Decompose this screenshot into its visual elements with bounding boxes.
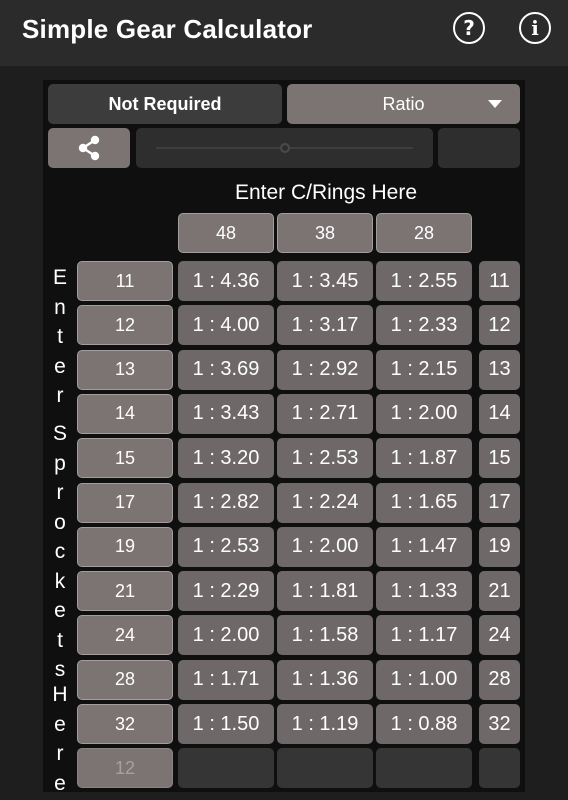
ratio-cell: 1 : 3.45 [277,261,373,301]
ratio-cell: 1 : 1.50 [178,704,274,744]
ratio-cell-empty [376,748,472,789]
ratio-cell: 1 : 1.36 [277,659,373,700]
sprocket-echo-cell-empty [479,748,520,789]
sprocket-echo-cell: 11 [479,261,520,301]
not-required-button[interactable]: Not Required [48,84,282,124]
ratio-cell: 1 : 3.69 [178,349,274,390]
sprocket-echo-cell: 24 [479,615,520,656]
sprocket-input[interactable]: 24 [77,615,173,656]
ratio-cell: 1 : 1.19 [277,704,373,744]
ratio-cell: 1 : 2.00 [178,615,274,656]
ratio-cell: 1 : 1.33 [376,571,472,612]
sprocket-input[interactable]: 32 [77,704,173,744]
ratio-cell: 1 : 1.00 [376,659,472,700]
ratio-cell: 1 : 2.33 [376,305,472,346]
sprocket-echo-cell: 21 [479,571,520,612]
side-label-letter: r [56,742,64,765]
sprocket-echo-cell: 32 [479,704,520,744]
blank-control [438,128,520,168]
ratio-cell: 1 : 2.00 [376,393,472,434]
sprocket-echo-cell: 13 [479,349,520,390]
ratio-cell-empty [277,748,373,789]
side-label-letter: r [56,384,64,407]
sprocket-echo-cell: 19 [479,526,520,567]
ratio-cell: 1 : 4.00 [178,305,274,346]
ratio-cell: 1 : 2.24 [277,482,373,523]
sprocket-input[interactable]: 19 [77,526,173,567]
chainring-input[interactable]: 28 [376,213,472,253]
sprocket-input[interactable]: 15 [77,438,173,479]
ratio-cell: 1 : 1.81 [277,571,373,612]
ratio-cell: 1 : 4.36 [178,261,274,301]
side-label-letter: n [54,295,66,319]
ratio-cell: 1 : 3.17 [277,305,373,346]
ratio-cell: 1 : 0.88 [376,704,472,744]
sprocket-echo-cell: 15 [479,438,520,479]
side-label-letter: E [52,266,67,289]
sprocket-input-empty[interactable]: 12 [77,748,173,789]
sprocket-input[interactable]: 21 [77,571,173,612]
ratio-cell: 1 : 1.47 [376,526,472,567]
chainrings-title: Enter C/Rings Here [234,181,418,204]
ratio-cell: 1 : 2.71 [277,393,373,434]
side-label-letter: t [57,325,63,348]
ratio-cell: 1 : 2.53 [178,526,274,567]
ratio-cell: 1 : 1.65 [376,482,472,523]
sprocket-input[interactable]: 28 [77,659,173,700]
app-bar: Simple Gear Calculator ? i [0,0,568,66]
slider-container [136,128,433,168]
sprocket-input[interactable]: 11 [77,261,173,301]
sprocket-echo-cell: 17 [479,482,520,523]
side-label-letter: e [54,771,66,795]
sprocket-input[interactable]: 13 [77,349,173,390]
side-label-letter: k [54,569,66,593]
side-label-letter: e [54,354,66,378]
ratio-cell: 1 : 2.29 [178,571,274,612]
side-label-letter: S [52,422,67,445]
side-label-letter: o [54,510,66,534]
sprocket-input[interactable]: 17 [77,482,173,523]
ratio-cell: 1 : 3.43 [178,393,274,434]
sprocket-echo-cell: 12 [479,305,520,346]
ratio-cell: 1 : 2.15 [376,349,472,390]
ratio-cell: 1 : 2.55 [376,261,472,301]
ratio-cell: 1 : 2.82 [178,482,274,523]
chainring-input[interactable]: 48 [178,213,274,253]
ratio-cell: 1 : 2.92 [277,349,373,390]
side-label-letter: e [54,599,66,622]
ratio-cell: 1 : 1.58 [277,615,373,656]
share-icon [78,135,100,161]
ratio-cell: 1 : 1.17 [376,615,472,656]
ratio-cell-empty [178,748,274,789]
mode-dropdown-label: Ratio [382,93,425,114]
ratio-cell: 1 : 3.20 [178,438,274,479]
mode-dropdown[interactable]: Ratio [287,84,520,124]
ratio-cell: 1 : 1.71 [178,659,274,700]
help-circle-icon[interactable]: ? [453,12,485,44]
ratio-cell: 1 : 2.00 [277,526,373,567]
chainring-input[interactable]: 38 [277,213,373,253]
sprocket-input[interactable]: 12 [77,305,173,346]
chevron-down-icon [488,100,502,108]
share-button[interactable] [48,128,130,168]
side-label-letter: e [54,712,66,736]
sprocket-echo-cell: 14 [479,393,520,434]
sprocket-echo-cell: 28 [479,659,520,700]
slider-thumb[interactable] [279,143,290,153]
app-title: Simple Gear Calculator [22,14,313,44]
side-label-letter: H [52,683,68,706]
ratio-cell: 1 : 1.87 [376,438,472,479]
info-circle-icon[interactable]: i [519,12,551,44]
side-label-letter: c [54,540,66,563]
side-label-letter: p [54,451,66,475]
side-label-letter: r [56,481,64,504]
sprocket-input[interactable]: 14 [77,393,173,434]
side-label-letter: s [54,658,66,681]
side-label-letter: t [57,628,63,652]
ratio-cell: 1 : 2.53 [277,438,373,479]
